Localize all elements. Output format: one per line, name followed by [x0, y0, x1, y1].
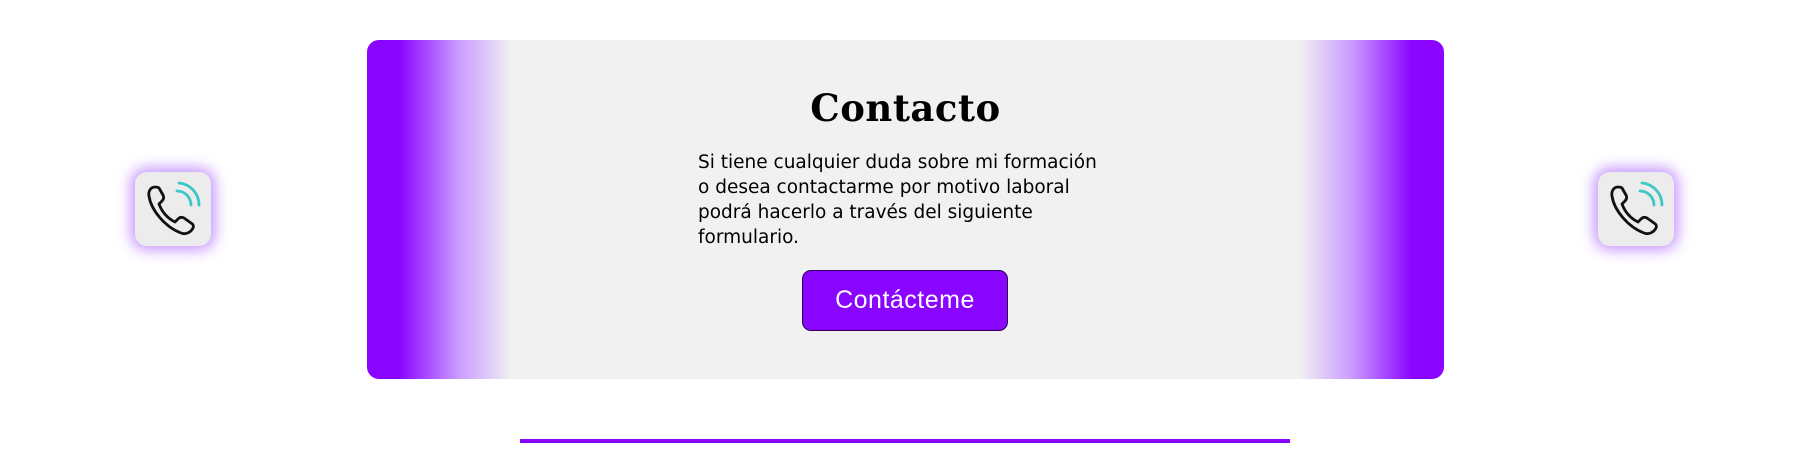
section-divider [520, 439, 1290, 443]
contact-card: Contacto Si tiene cualquier duda sobre m… [367, 40, 1444, 379]
phone-call-icon [147, 181, 201, 236]
contact-button[interactable]: Contácteme [802, 270, 1008, 331]
phone-tile-right [1598, 172, 1674, 246]
contact-title: Contacto [810, 86, 1001, 130]
contact-description: Si tiene cualquier duda sobre mi formaci… [698, 152, 1097, 248]
phone-tile-left [135, 172, 211, 246]
phone-call-icon [1610, 181, 1664, 236]
